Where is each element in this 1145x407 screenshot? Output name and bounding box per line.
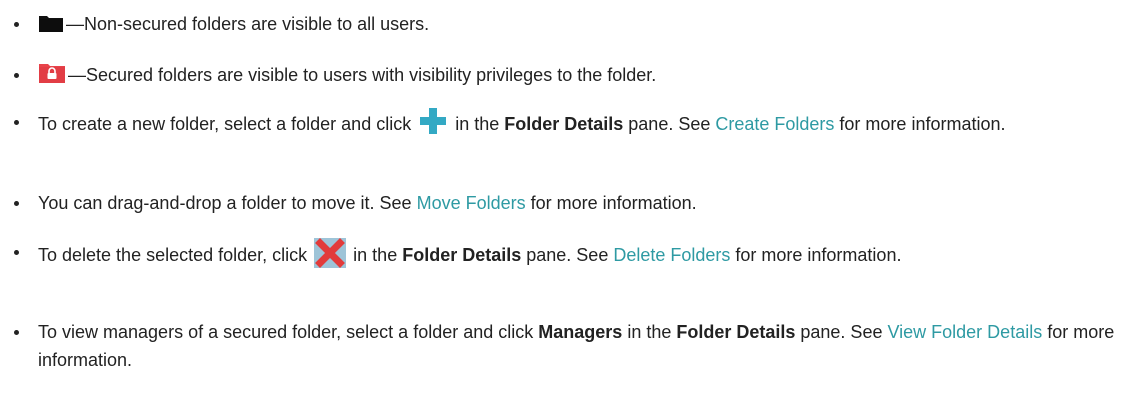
list-item: You can drag-and-drop a folder to move i… (14, 189, 1129, 217)
item-text: To view managers of a secured folder, se… (38, 322, 539, 342)
item-text: in the (450, 114, 505, 134)
item-text: To delete the selected folder, click (38, 245, 313, 265)
folder-details-label: Folder Details (676, 322, 796, 342)
list-item: —Secured folders are visible to users wi… (14, 61, 1129, 89)
plus-icon (418, 108, 448, 134)
delete-folders-link[interactable]: Delete Folders (613, 245, 730, 265)
delete-x-icon (314, 238, 347, 268)
item-text: pane. See (623, 114, 716, 134)
folder-details-label: Folder Details (402, 245, 522, 265)
document: —Non-secured folders are visible to all … (0, 0, 1145, 407)
list-item: To create a new folder, select a folder … (14, 108, 1129, 138)
secured-folder-icon (38, 62, 66, 84)
item-text: for more information. (525, 193, 697, 213)
item-text: To create a new folder, select a folder … (38, 114, 417, 134)
managers-label: Managers (538, 322, 623, 342)
item-text: pane. See (521, 245, 614, 265)
list-item: To view managers of a secured folder, se… (14, 318, 1129, 374)
item-text: for more information. (730, 245, 902, 265)
list-item: —Non-secured folders are visible to all … (14, 10, 1129, 38)
view-folder-details-link[interactable]: View Folder Details (887, 322, 1042, 342)
item-text: in the (348, 245, 403, 265)
list-item: To delete the selected folder, click in … (14, 238, 1129, 269)
item-text: in the (622, 322, 677, 342)
create-folders-link[interactable]: Create Folders (715, 114, 834, 134)
folder-icon (38, 13, 64, 33)
item-text: pane. See (795, 322, 888, 342)
move-folders-link[interactable]: Move Folders (417, 193, 526, 213)
item-text: You can drag-and-drop a folder to move i… (38, 193, 417, 213)
item-text: for more information. (834, 114, 1006, 134)
item-text: —Secured folders are visible to users wi… (68, 65, 657, 85)
folder-details-label: Folder Details (504, 114, 624, 134)
item-text: —Non-secured folders are visible to all … (66, 14, 430, 34)
